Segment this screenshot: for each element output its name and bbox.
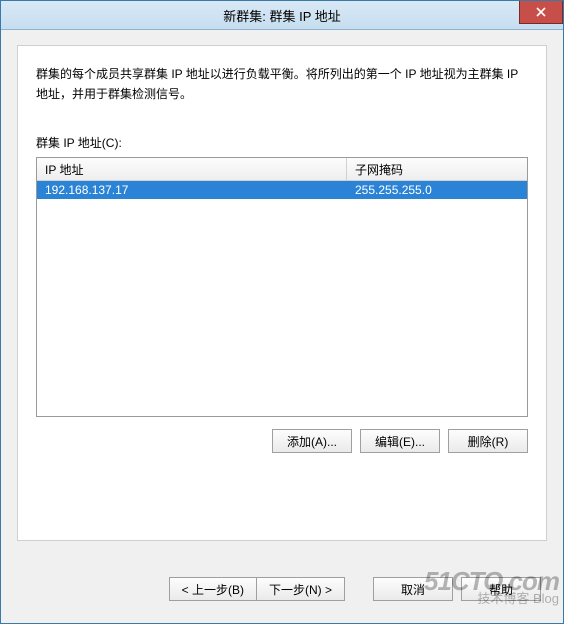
cluster-ip-listview[interactable]: IP 地址 子网掩码 192.168.137.17255.255.255.0	[36, 157, 528, 417]
close-icon	[536, 7, 546, 17]
dialog-window: 新群集: 群集 IP 地址 群集的每个成员共享群集 IP 地址以进行负载平衡。将…	[0, 0, 564, 624]
cell-ip: 192.168.137.17	[37, 181, 347, 199]
cancel-button[interactable]: 取消	[373, 577, 453, 601]
window-title: 新群集: 群集 IP 地址	[223, 6, 341, 25]
nav-button-group: < 上一步(B) 下一步(N) >	[169, 577, 345, 601]
cluster-ip-list-label: 群集 IP 地址(C):	[36, 134, 528, 151]
edit-button[interactable]: 编辑(E)...	[360, 429, 440, 453]
table-row[interactable]: 192.168.137.17255.255.255.0	[37, 181, 527, 199]
help-button[interactable]: 帮助	[461, 577, 541, 601]
next-button[interactable]: 下一步(N) >	[256, 577, 345, 601]
column-header-mask[interactable]: 子网掩码	[347, 158, 527, 180]
title-bar: 新群集: 群集 IP 地址	[1, 1, 563, 30]
description-text: 群集的每个成员共享群集 IP 地址以进行负载平衡。将所列出的第一个 IP 地址视…	[36, 64, 528, 104]
cell-mask: 255.255.255.0	[347, 181, 527, 199]
list-rows: 192.168.137.17255.255.255.0	[37, 181, 527, 199]
close-button[interactable]	[519, 1, 563, 24]
wizard-buttons: < 上一步(B) 下一步(N) > 取消 帮助	[1, 555, 563, 623]
list-buttons: 添加(A)... 编辑(E)... 删除(R)	[36, 429, 528, 453]
back-button[interactable]: < 上一步(B)	[169, 577, 256, 601]
add-button[interactable]: 添加(A)...	[272, 429, 352, 453]
column-header-ip[interactable]: IP 地址	[37, 158, 347, 180]
remove-button[interactable]: 删除(R)	[448, 429, 528, 453]
dialog-body: 群集的每个成员共享群集 IP 地址以进行负载平衡。将所列出的第一个 IP 地址视…	[17, 45, 547, 541]
list-header: IP 地址 子网掩码	[37, 158, 527, 181]
